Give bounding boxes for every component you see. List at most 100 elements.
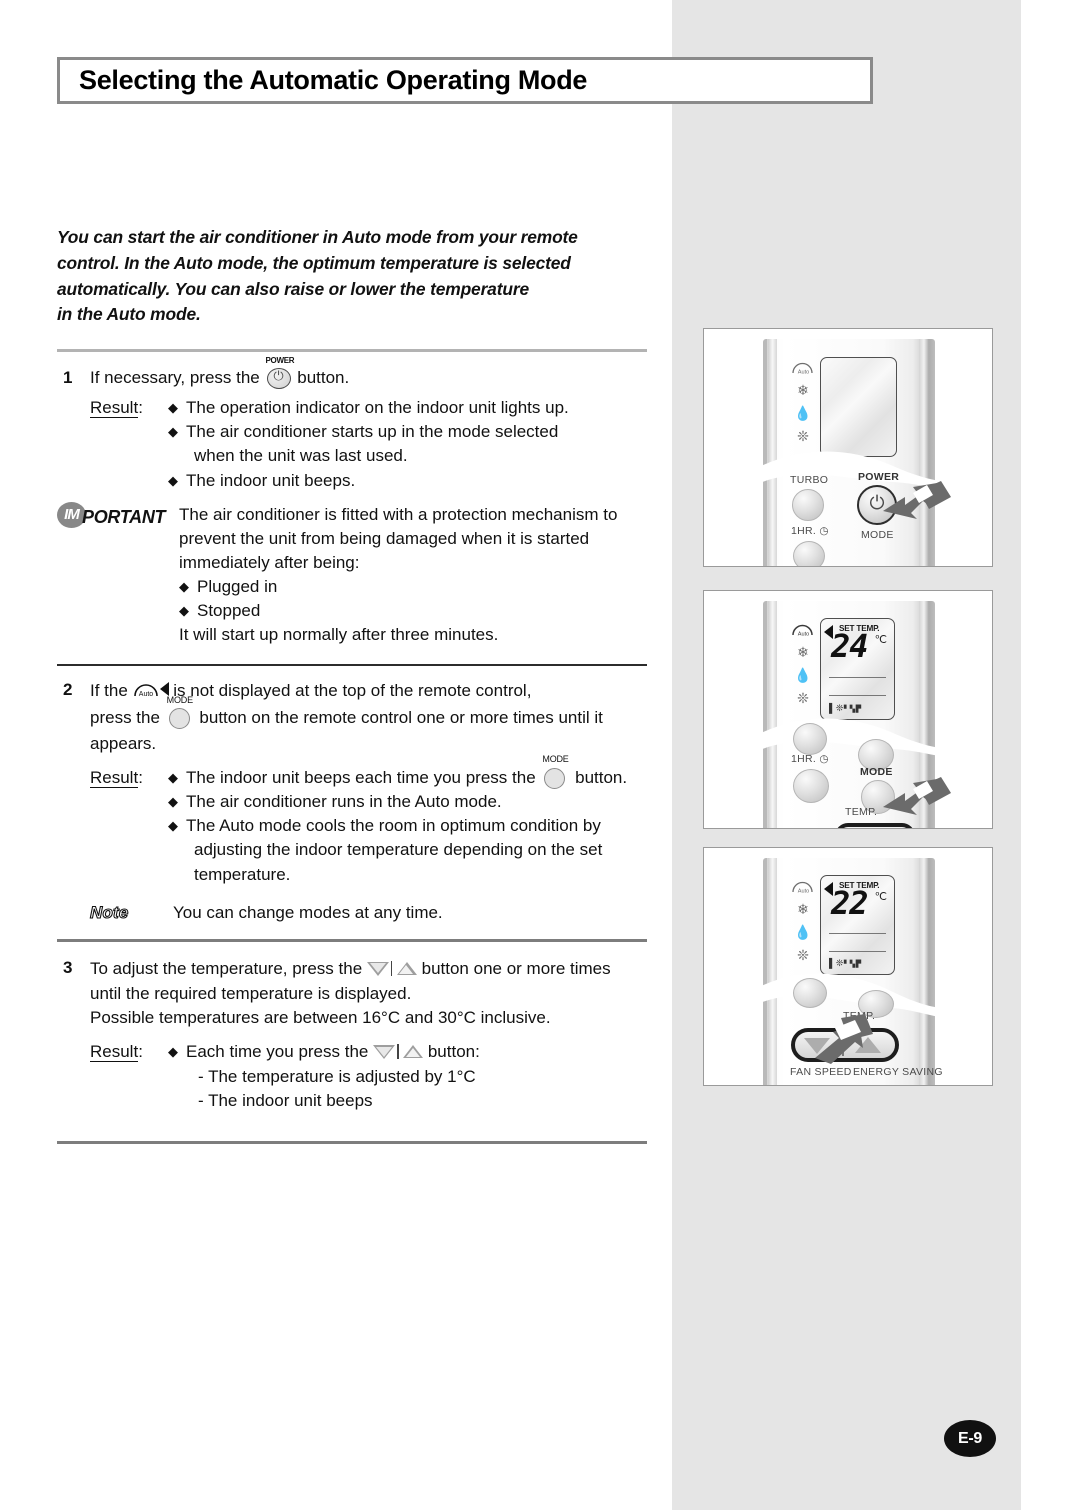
- mode-button-icon-label: MODE: [542, 754, 569, 765]
- one-hour-timer-label: 1HR. ◷: [791, 753, 829, 765]
- svg-text:Auto: Auto: [798, 631, 810, 637]
- auto-mode-icon: Auto: [791, 621, 815, 637]
- remote-right-rail: [919, 858, 929, 1085]
- step-2-line-1-a: If the: [90, 681, 128, 701]
- step-2: 2 If the Auto is not displayed at the to…: [57, 678, 647, 886]
- lcd-separator-line: [829, 951, 886, 953]
- lcd-separator-line: [829, 677, 886, 679]
- step-2-bullet-text: The Auto mode cools the room in optimum …: [186, 814, 647, 886]
- important-word: PORTANT: [82, 506, 166, 527]
- important-body: The air conditioner is fitted with a pro…: [179, 503, 647, 648]
- temp-up-triangle-inner: [405, 1048, 420, 1058]
- divider-below-step-3: [57, 1140, 647, 1144]
- page-title-box: Selecting the Automatic Operating Mode: [57, 57, 873, 104]
- one-hour-timer-button[interactable]: [793, 541, 825, 566]
- step-2-bullet-text-a: The indoor unit beeps each time you pres…: [186, 768, 536, 788]
- note-callout: Note You can change modes at any time.: [57, 901, 647, 925]
- turbo-button[interactable]: [793, 978, 827, 1008]
- diamond-bullet-icon: ◆: [168, 472, 178, 488]
- step-1-bullet-text: The operation indicator on the indoor un…: [186, 398, 569, 418]
- step-1: 1 If necessary, press the POWER button. …: [57, 356, 647, 493]
- remote-control-figure: SET TEMP. 24 ℃ ▌❊▘▚▛ Auto ❄ 💧 ❊ 1HR. ◷ M…: [758, 601, 992, 828]
- important-bullet: ◆ Plugged in: [179, 575, 647, 599]
- temp-up-triangle-inner: [399, 964, 414, 974]
- step-2-bullet-line-2: adjusting the indoor temperature dependi…: [194, 840, 603, 860]
- temperature-updown-button-icon[interactable]: [366, 960, 417, 977]
- diamond-bullet-icon: ◆: [179, 603, 189, 619]
- step-1-bullet: ◆ The air conditioner starts up in the m…: [168, 420, 647, 468]
- step-1-bullet: ◆ The indoor unit beeps.: [168, 469, 647, 493]
- step-1-result-label: Result:: [90, 398, 143, 419]
- step-1-bullet-text: The air conditioner starts up in the mod…: [186, 420, 647, 468]
- instructions-column: You can start the air conditioner in Aut…: [57, 225, 647, 1144]
- step-2-number: 2: [63, 680, 73, 700]
- diamond-bullet-icon: ◆: [179, 579, 189, 594]
- turbo-button[interactable]: [792, 489, 824, 521]
- important-line-4: It will start up normally after three mi…: [179, 625, 499, 645]
- auto-mode-icon: Auto: [791, 359, 815, 375]
- auto-arc-icon: Auto: [792, 624, 813, 637]
- important-tag: IM PORTANT: [57, 501, 179, 529]
- lcd-temperature-unit: ℃: [874, 891, 887, 903]
- remote-lcd-display: [820, 357, 897, 457]
- diamond-bullet-icon: ◆: [168, 1044, 178, 1060]
- step-3-result: Result: ◆ Each time you press the button…: [57, 1040, 647, 1112]
- remote-left-rail: [768, 601, 777, 828]
- mode-button-icon-circle: [168, 707, 190, 729]
- important-callout: IM PORTANT The air conditioner is fitted…: [57, 501, 647, 648]
- step-1-number: 1: [63, 368, 73, 387]
- step-2-bullet-text: The air conditioner runs in the Auto mod…: [186, 792, 502, 812]
- temperature-updown-button-icon[interactable]: [373, 1044, 424, 1060]
- mode-indicator-icons: Auto ❄ 💧 ❊: [790, 359, 816, 444]
- svg-text:Auto: Auto: [798, 369, 810, 375]
- svg-text:Auto: Auto: [138, 691, 153, 698]
- lcd-fan-speed-indicator: ▌❊▘▚▛: [829, 958, 862, 968]
- power-button-icon[interactable]: POWER: [265, 356, 295, 389]
- intro-line-1: You can start the air conditioner in Aut…: [57, 227, 578, 247]
- power-button-icon-circle: [266, 367, 291, 389]
- turbo-button[interactable]: [793, 723, 827, 755]
- diamond-bullet-icon: ◆: [168, 400, 178, 416]
- lcd-separator-line: [829, 695, 886, 697]
- intro-paragraph: You can start the air conditioner in Aut…: [57, 225, 647, 328]
- illustration-panel-power: Auto ❄ 💧 ❊ TURBO 1HR. ◷ POWER MODE: [703, 328, 993, 567]
- fan-icon: ❊: [797, 947, 809, 963]
- step-3-result-label: Result:: [90, 1042, 143, 1063]
- lcd-fan-speed-indicator: ▌❊▘▚▛: [829, 703, 862, 713]
- note-tag: Note: [89, 902, 129, 922]
- step-3-bullet-text: Each time you press the button:: [186, 1040, 647, 1064]
- diamond-bullet-icon: ◆: [168, 794, 178, 810]
- step-2-line-1-b: is not displayed at the top of the remot…: [173, 681, 532, 701]
- page-title: Selecting the Automatic Operating Mode: [79, 65, 588, 95]
- cool-snowflake-icon: ❄: [797, 901, 809, 917]
- lcd-temperature-value: 22: [831, 884, 869, 922]
- divider-above-step-1: [57, 349, 647, 352]
- temp-divider-bar: [390, 960, 393, 976]
- step-2-bullet: ◆ The indoor unit beeps each time you pr…: [168, 754, 647, 790]
- step-2-result-label: Result:: [90, 768, 143, 789]
- remote-control-figure: SET TEMP. 22 ℃ ▌❊▘▚▛ Auto ❄ 💧 ❊ TEMP.: [758, 858, 992, 1085]
- mode-indicator-icons: Auto ❄ 💧 ❊: [790, 878, 816, 963]
- hand-pointer-arrow-icon: [815, 1014, 873, 1064]
- power-button-icon-label: POWER: [265, 356, 295, 365]
- fan-icon: ❊: [797, 428, 809, 444]
- step-3-bullet-text-b: button:: [427, 1042, 480, 1062]
- important-bullet-text: Stopped: [197, 601, 261, 621]
- step-2-bullet-text: The indoor unit beeps each time you pres…: [186, 754, 647, 790]
- important-badge-letters: IM: [64, 505, 80, 523]
- mode-button-icon[interactable]: MODE: [540, 754, 570, 790]
- auto-mode-indicator-icon: Auto: [133, 681, 169, 699]
- step-3-line-1-b: button one or more times: [421, 958, 611, 978]
- page-number-badge: E-9: [944, 1420, 996, 1457]
- mode-indicator-icons: Auto ❄ 💧 ❊: [790, 621, 816, 706]
- step-3: 3 To adjust the temperature, press the b…: [57, 956, 647, 1113]
- one-hour-timer-button[interactable]: [793, 769, 829, 803]
- important-bullet: ◆ Stopped: [179, 599, 647, 623]
- diamond-bullet-icon: ◆: [168, 818, 178, 834]
- step-1-bullet-line-1: The air conditioner starts up in the mod…: [186, 422, 559, 442]
- divider-above-step-2: [57, 664, 647, 667]
- step-3-line-2: until the required temperature is displa…: [90, 984, 412, 1004]
- mode-button-icon[interactable]: MODE: [165, 695, 195, 729]
- step-3-line-1-a: To adjust the temperature, press the: [90, 958, 363, 978]
- intro-line-4: in the Auto mode.: [57, 304, 201, 325]
